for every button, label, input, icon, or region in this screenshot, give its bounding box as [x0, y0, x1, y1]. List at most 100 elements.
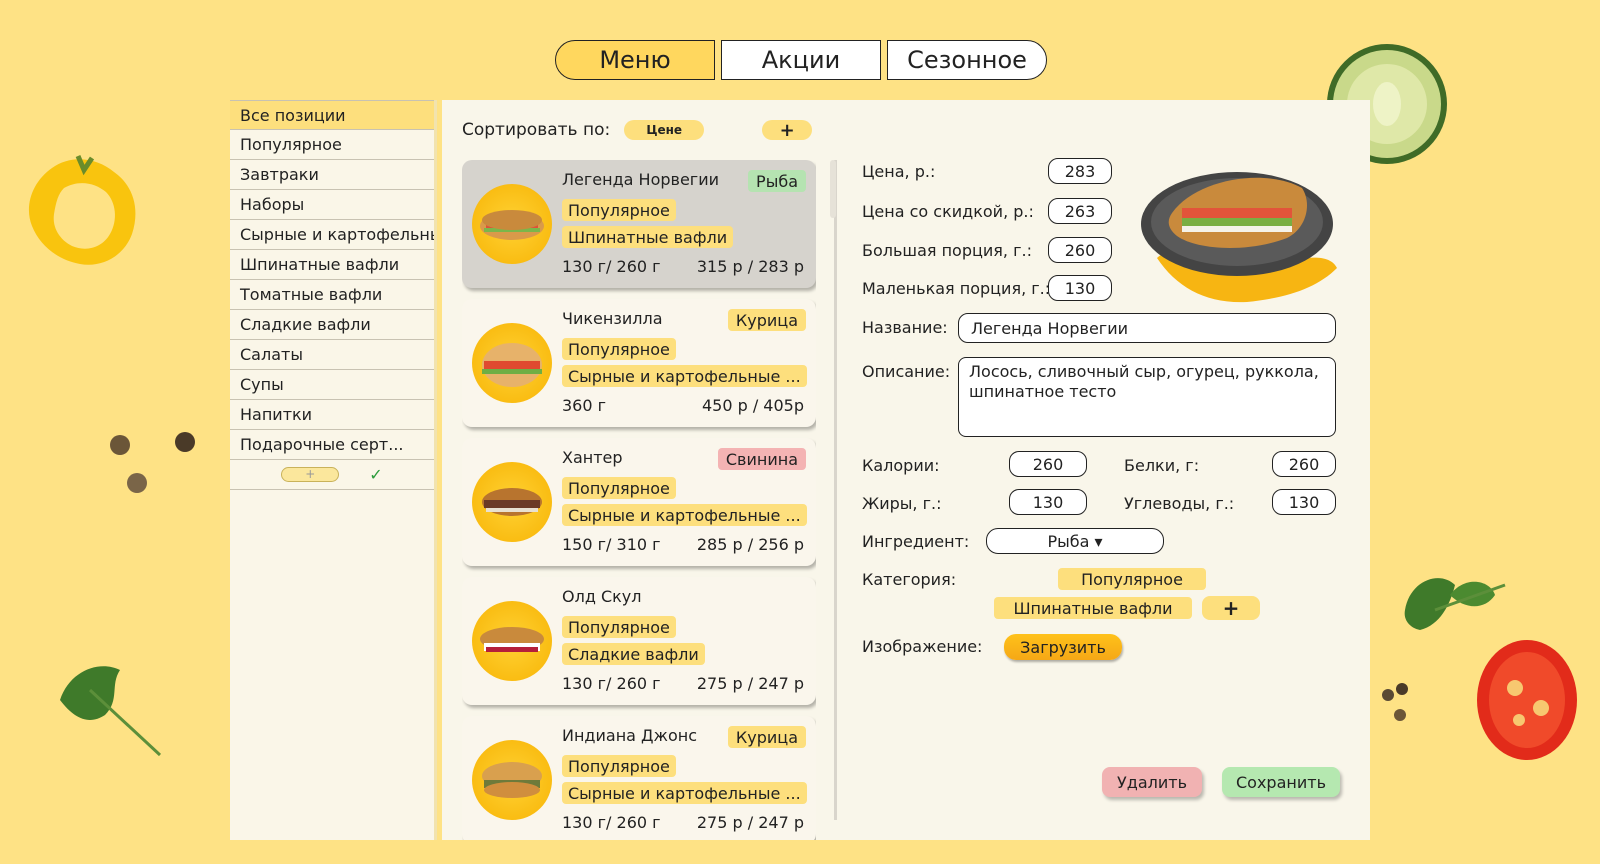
card-price: 285 р / 256 р — [696, 535, 804, 554]
card-price: 450 р / 405р — [701, 396, 804, 415]
carbs-label: Углеводы, г.: — [1124, 494, 1235, 513]
tab-menu[interactable]: Меню — [555, 40, 715, 80]
upload-button[interactable]: Загрузить — [1004, 634, 1122, 660]
menu-card[interactable]: Хантер Свинина Популярное Сырные и карто… — [462, 438, 816, 566]
sidebar-add-row: + ✓ — [230, 460, 434, 490]
card-title: Чикензилла — [562, 309, 663, 328]
category-chip[interactable]: Шпинатные вафли — [994, 597, 1192, 619]
sidebar-item-popular[interactable]: Популярное — [230, 130, 434, 160]
calories-label: Калории: — [862, 456, 940, 475]
price-input[interactable]: 283 — [1048, 158, 1112, 184]
sidebar-item-spinach-waffles[interactable]: Шпинатные вафли — [230, 250, 434, 280]
sort-bar: Сортировать по: Цене + — [462, 120, 813, 141]
protein-tag: Курица — [727, 726, 806, 748]
peppercorns-icon — [110, 432, 195, 493]
protein-tag: Свинина — [717, 448, 806, 470]
card-title: Легенда Норвегии — [562, 170, 719, 189]
name-label: Название: — [862, 318, 948, 337]
card-price: 275 р / 247 р — [696, 813, 804, 832]
card-weight: 150 г/ 310 г — [562, 535, 661, 554]
parsley-icon — [60, 666, 162, 757]
checkmark-icon[interactable]: ✓ — [369, 465, 382, 484]
sidebar-item-drinks[interactable]: Напитки — [230, 400, 434, 430]
large-portion-input[interactable]: 260 — [1048, 237, 1112, 263]
ingredient-label: Ингредиент: — [862, 532, 970, 551]
card-title: Хантер — [562, 448, 623, 467]
image-label: Изображение: — [862, 637, 983, 656]
large-portion-label: Большая порция, г.: — [862, 241, 1032, 260]
discount-price-label: Цена со скидкой, р.: — [862, 202, 1034, 221]
sidebar-item-breakfasts[interactable]: Завтраки — [230, 160, 434, 190]
yellow-pepper-icon — [28, 155, 136, 265]
menu-card[interactable]: Легенда Норвегии Рыба Популярное Шпинатн… — [462, 160, 816, 288]
delete-button[interactable]: Удалить — [1102, 767, 1202, 797]
menu-card[interactable]: Чикензилла Курица Популярное Сырные и ка… — [462, 299, 816, 427]
sidebar-item-sweet-waffles[interactable]: Сладкие вафли — [230, 310, 434, 340]
category-chip[interactable]: Популярное — [1058, 568, 1206, 590]
category-chip: Сырные и картофельные ... — [562, 365, 807, 387]
list-scrollbar[interactable] — [834, 160, 837, 820]
dish-photo — [1141, 172, 1337, 303]
protein-label: Белки, г: — [1124, 456, 1200, 475]
card-weight: 130 г/ 260 г — [562, 813, 661, 832]
protein-tag: Курица — [727, 309, 806, 331]
tab-seasonal[interactable]: Сезонное — [887, 40, 1047, 80]
carbs-input[interactable]: 130 — [1272, 489, 1336, 515]
calories-input[interactable]: 260 — [1009, 451, 1087, 477]
card-weight: 130 г/ 260 г — [562, 674, 661, 693]
description-label: Описание: — [862, 362, 951, 381]
category-chip: Популярное — [562, 199, 676, 221]
category-chip: Популярное — [562, 477, 676, 499]
category-chip: Сырные и картофельные ... — [562, 782, 807, 804]
waffle-sandwich-image — [472, 740, 552, 820]
ingredient-select[interactable]: Рыба ▾ — [986, 528, 1164, 554]
name-input[interactable]: Легенда Норвегии — [958, 313, 1336, 343]
sidebar-item-soups[interactable]: Супы — [230, 370, 434, 400]
category-chip: Сладкие вафли — [562, 643, 705, 665]
price-label: Цена, р.: — [862, 162, 936, 181]
add-category-button[interactable]: + — [281, 467, 340, 482]
card-title: Олд Скул — [562, 587, 642, 606]
waffle-sandwich-image — [472, 184, 552, 264]
add-sort-button[interactable]: + — [762, 120, 813, 141]
fat-input[interactable]: 130 — [1009, 489, 1087, 515]
card-title: Индиана Джонс — [562, 726, 698, 745]
sidebar-item-cheese-potato-waffles[interactable]: Сырные и картофельные вафли — [230, 220, 434, 250]
small-portion-label: Маленькая порция, г.: — [862, 279, 1051, 298]
card-weight: 130 г/ 260 г — [562, 257, 661, 276]
protein-input[interactable]: 260 — [1272, 451, 1336, 477]
sidebar-item-salads[interactable]: Салаты — [230, 340, 434, 370]
card-price: 315 р / 283 р — [696, 257, 804, 276]
waffle-sandwich-image — [472, 323, 552, 403]
list-scrollbar-thumb[interactable] — [830, 160, 836, 218]
category-chip: Сырные и картофельные ... — [562, 504, 807, 526]
item-edit-form: Цена, р.: 283 Цена со скидкой, р.: 263 Б… — [862, 100, 1370, 840]
fat-label: Жиры, г.: — [862, 494, 942, 513]
waffle-sandwich-image — [472, 462, 552, 542]
menu-card[interactable]: Олд Скул Популярное Сладкие вафли 130 г/… — [462, 577, 816, 705]
category-chip: Популярное — [562, 616, 676, 638]
peppercorns-icon — [1382, 683, 1408, 721]
tomato-slice-icon — [1477, 640, 1577, 760]
top-tabs: Меню Акции Сезонное — [555, 40, 1047, 80]
save-button[interactable]: Сохранить — [1222, 767, 1340, 797]
menu-item-list: Легенда Норвегии Рыба Популярное Шпинатн… — [462, 160, 816, 840]
small-portion-input[interactable]: 130 — [1048, 275, 1112, 301]
add-category-button[interactable]: + — [1202, 596, 1260, 620]
sidebar-item-sets[interactable]: Наборы — [230, 190, 434, 220]
tab-promotions[interactable]: Акции — [721, 40, 881, 80]
card-price: 275 р / 247 р — [696, 674, 804, 693]
sort-price-chip[interactable]: Цене — [624, 120, 705, 140]
sidebar-item-gift-cards[interactable]: Подарочные серт... — [230, 430, 434, 460]
description-textarea[interactable]: Лосось, сливочный сыр, огурец, руккола, … — [958, 357, 1336, 437]
main-panel: Сортировать по: Цене + Легенда Норвегии … — [442, 100, 1370, 840]
sidebar-item-tomato-waffles[interactable]: Томатные вафли — [230, 280, 434, 310]
category-sidebar: Все позиции Популярное Завтраки Наборы С… — [230, 100, 437, 840]
category-label: Категория: — [862, 570, 957, 589]
category-chip: Популярное — [562, 755, 676, 777]
discount-price-input[interactable]: 263 — [1048, 198, 1112, 224]
sidebar-item-all[interactable]: Все позиции — [230, 100, 434, 130]
menu-card[interactable]: Индиана Джонс Курица Популярное Сырные и… — [462, 716, 816, 840]
waffle-sandwich-image — [472, 601, 552, 681]
sort-label: Сортировать по: — [462, 120, 611, 140]
